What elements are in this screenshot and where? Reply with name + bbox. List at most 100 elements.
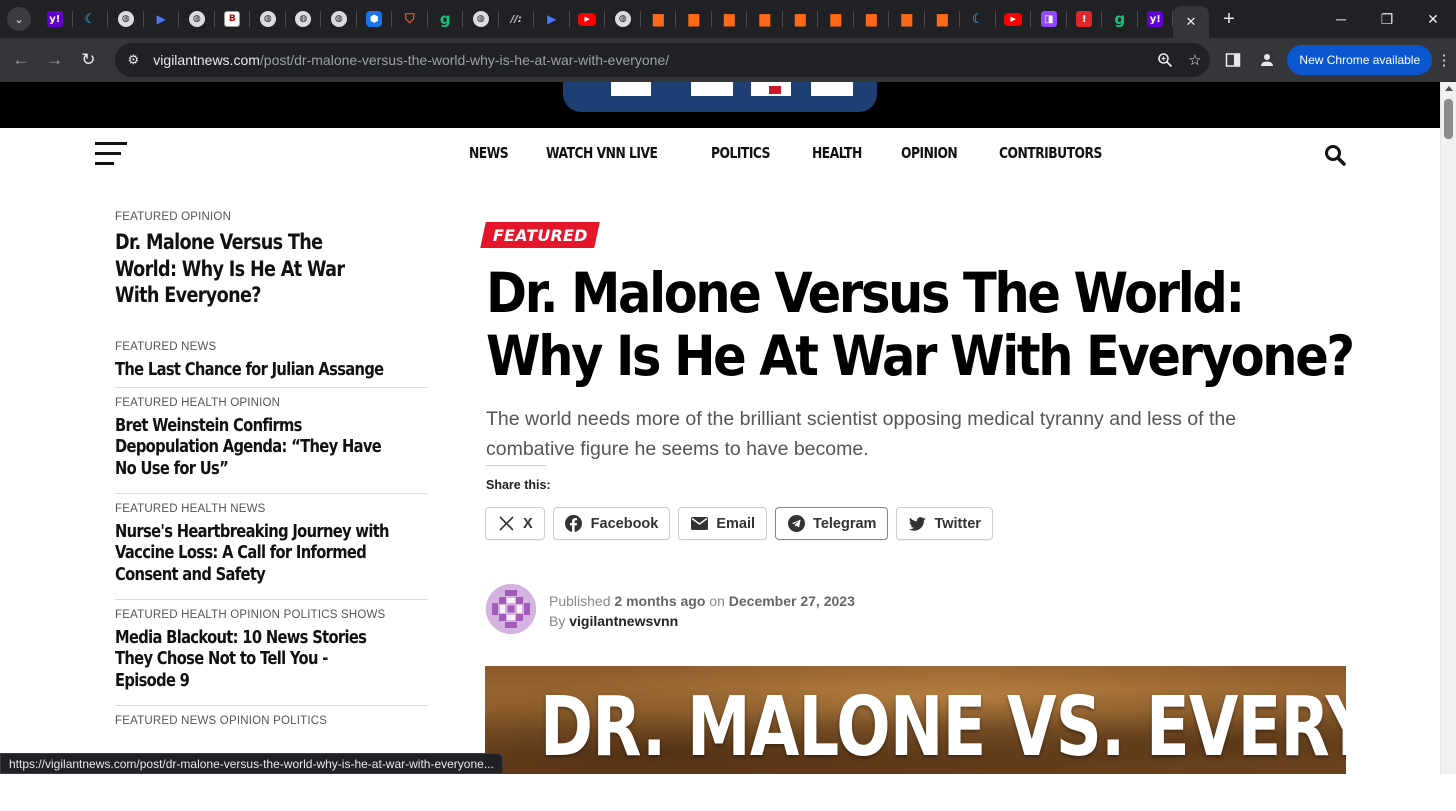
globe-icon: ◍ — [614, 11, 631, 27]
share-telegram-button[interactable]: Telegram — [775, 507, 889, 540]
pinned-tab[interactable]: ⛉ — [392, 0, 428, 38]
pinned-tab[interactable]: ▆ — [783, 0, 819, 38]
pinned-tab[interactable]: //: — [499, 0, 535, 38]
close-icon[interactable]: ✕ — [1186, 14, 1197, 30]
scroll-up-icon[interactable] — [1445, 86, 1453, 91]
published-relative: 2 months ago — [614, 593, 706, 609]
update-chrome-button[interactable]: New Chrome available — [1287, 45, 1433, 75]
pinned-tab[interactable]: ! — [1067, 0, 1103, 38]
minimize-button[interactable]: ─ — [1318, 0, 1364, 38]
pinned-tab[interactable]: ▆ — [747, 0, 783, 38]
pinned-tab[interactable]: y! — [1138, 0, 1174, 38]
share-label: Share this: — [486, 478, 551, 492]
sidebar-title[interactable]: Nurse's Heartbreaking Journey with Vacci… — [115, 522, 392, 587]
yahoo-icon: y! — [1147, 11, 1164, 27]
back-button[interactable]: ← — [4, 43, 38, 77]
plus-icon: + — [1223, 7, 1235, 30]
forward-button[interactable]: → — [38, 43, 72, 77]
sidebar-title[interactable]: Media Blackout: 10 News Stories They Cho… — [115, 628, 392, 693]
avatar[interactable] — [486, 584, 536, 634]
pinned-tab[interactable]: ▶ — [144, 0, 180, 38]
sidebar-category[interactable]: FEATURED OPINION — [115, 211, 428, 223]
sidebar-item[interactable]: FEATURED HEALTH OPINION Bret Weinstein Co… — [115, 386, 428, 493]
share-x-button[interactable]: X — [485, 507, 545, 540]
pinned-tab[interactable]: ◍ — [250, 0, 286, 38]
pinned-tab[interactable]: g — [428, 0, 464, 38]
pinned-tab[interactable]: ▆ — [712, 0, 748, 38]
tab-search-button[interactable]: ⌄ — [7, 7, 31, 31]
author-link[interactable]: vigilantnewsvnn — [569, 613, 678, 629]
pinned-tab[interactable]: ☾ — [960, 0, 996, 38]
sidebar-category[interactable]: FEATURED HEALTH OPINION — [115, 397, 428, 409]
share-label-text: Facebook — [590, 515, 659, 532]
pinned-tab[interactable]: ◍ — [286, 0, 322, 38]
search-icon[interactable] — [1324, 144, 1346, 166]
share-facebook-button[interactable]: Facebook — [552, 507, 671, 540]
address-bar[interactable]: ⚙ vigilantnews.com/post/dr-malone-versus… — [115, 43, 1210, 77]
share-twitter-button[interactable]: Twitter — [896, 507, 993, 540]
substack-icon: ▆ — [865, 11, 877, 27]
arrow-right-icon: → — [46, 50, 64, 69]
zoom-button[interactable] — [1150, 45, 1180, 75]
nav-link-news[interactable]: NEWS — [469, 144, 517, 163]
sidebar-category[interactable]: FEATURED NEWS OPINION POLITICS — [115, 715, 428, 727]
new-tab-button[interactable]: + — [1215, 5, 1243, 33]
sidebar-item[interactable]: FEATURED HEALTH NEWS Nurse's Heartbreakin… — [115, 492, 428, 599]
sidebar-title[interactable]: The Last Chance for Julian Assange — [115, 360, 392, 382]
sidebar-title[interactable]: Dr. Malone Versus The World: Why Is He A… — [115, 229, 375, 309]
site-info-button[interactable]: ⚙ — [119, 46, 147, 74]
close-icon: ✕ — [1427, 10, 1439, 27]
site-header-band — [0, 82, 1440, 128]
page-scrollbar[interactable] — [1440, 82, 1456, 774]
pinned-tab[interactable]: ◍ — [321, 0, 357, 38]
pinned-tab[interactable]: ◨ — [1031, 0, 1067, 38]
sidebar-first-item[interactable]: FEATURED OPINION Dr. Malone Versus The W… — [115, 211, 428, 309]
sidebar-category[interactable]: FEATURED NEWS — [115, 341, 428, 353]
pinned-tab[interactable]: ◍ — [463, 0, 499, 38]
featured-badge[interactable]: FEATURED — [480, 222, 600, 248]
pinned-tab[interactable]: ▆ — [889, 0, 925, 38]
share-label-text: Twitter — [934, 515, 981, 532]
pinned-tab[interactable]: B — [215, 0, 251, 38]
pinned-tab[interactable]: ◍ — [179, 0, 215, 38]
pinned-tab[interactable]: ▆ — [818, 0, 854, 38]
share-email-button[interactable]: Email — [678, 507, 768, 540]
pinned-tab[interactable]: ▶ — [996, 0, 1032, 38]
sidebar-category[interactable]: FEATURED HEALTH OPINION POLITICS SHOWS — [115, 609, 428, 621]
site-logo[interactable] — [563, 82, 877, 112]
pinned-tab[interactable]: ⬢ — [357, 0, 393, 38]
pinned-tab[interactable]: ▶ — [534, 0, 570, 38]
facebook-icon — [565, 515, 583, 532]
nav-link-health[interactable]: HEALTH — [812, 144, 873, 163]
pinned-tab[interactable]: ◍ — [108, 0, 144, 38]
restore-button[interactable]: ❐ — [1364, 0, 1410, 38]
profile-button[interactable] — [1250, 43, 1284, 77]
pinned-tab[interactable]: g — [1102, 0, 1138, 38]
nav-link-watch-vnn-live[interactable]: WATCH VNN LIVE — [546, 144, 682, 163]
active-tab[interactable]: ✕ — [1173, 6, 1209, 38]
sidebar-item[interactable]: FEATURED NEWS The Last Chance for Julian … — [115, 341, 428, 387]
sidebar-category[interactable]: FEATURED HEALTH NEWS — [115, 503, 428, 515]
pinned-tab[interactable]: ▶ — [570, 0, 606, 38]
nav-link-contributors[interactable]: CONTRIBUTORS — [999, 144, 1124, 163]
menu-button[interactable]: ⋮ — [1432, 45, 1456, 75]
nav-link-opinion[interactable]: OPINION — [901, 144, 970, 163]
close-window-button[interactable]: ✕ — [1410, 0, 1456, 38]
side-panel-button[interactable] — [1216, 43, 1250, 77]
pinned-tab[interactable]: ◍ — [605, 0, 641, 38]
pinned-tab[interactable]: ▆ — [676, 0, 712, 38]
pinned-tab[interactable]: y! — [37, 0, 73, 38]
url-text[interactable]: vigilantnews.com/post/dr-malone-versus-t… — [153, 52, 1150, 68]
scroll-thumb[interactable] — [1444, 99, 1453, 139]
bookmark-button[interactable]: ☆ — [1180, 45, 1210, 75]
browser-toolbar: ← → ↻ ⚙ vigilantnews.com/post/dr-malone-… — [0, 38, 1456, 82]
pinned-tab[interactable]: ▆ — [854, 0, 890, 38]
pinned-tab[interactable]: ▆ — [925, 0, 961, 38]
menu-hamburger-icon[interactable] — [95, 142, 127, 166]
pinned-tab[interactable]: ▆ — [641, 0, 677, 38]
nav-link-politics[interactable]: POLITICS — [711, 144, 783, 163]
sidebar-title[interactable]: Bret Weinstein Confirms Depopulation Age… — [115, 416, 392, 481]
pinned-tab[interactable]: ☾ — [73, 0, 109, 38]
sidebar-item[interactable]: FEATURED HEALTH OPINION POLITICS SHOWS Me… — [115, 598, 428, 705]
reload-button[interactable]: ↻ — [72, 43, 106, 77]
